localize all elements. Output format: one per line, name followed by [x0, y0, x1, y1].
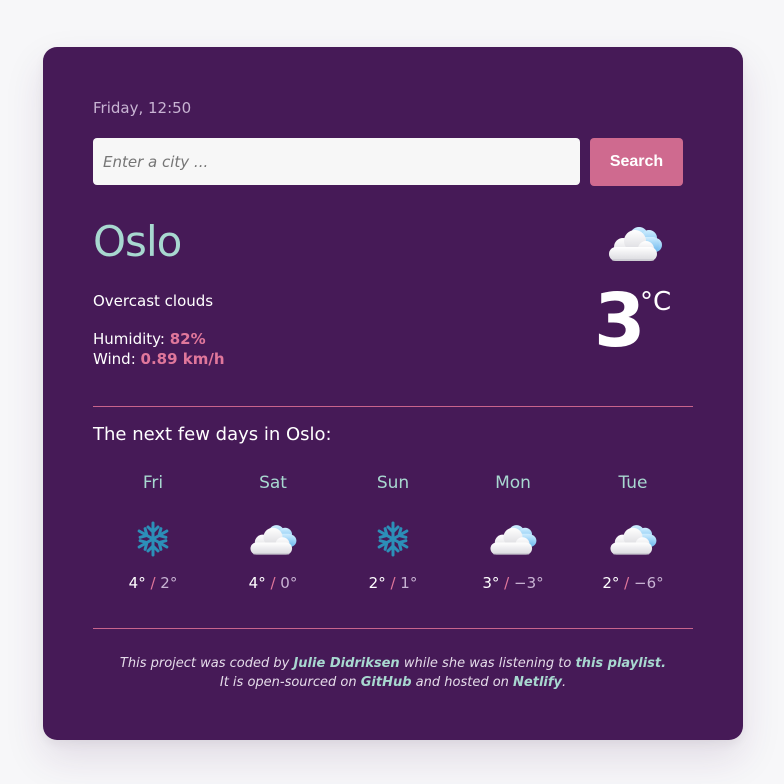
forecast-max-temp: 3°: [482, 574, 500, 592]
forecast-min-temp: 0°: [280, 574, 298, 592]
cloud-icon: [247, 519, 299, 559]
forecast-title: The next few days in Oslo:: [93, 424, 332, 445]
snowflake-icon: [127, 519, 179, 559]
forecast-max-temp: 2°: [602, 574, 620, 592]
footer-text: while she was listening to: [399, 656, 576, 671]
wind-row: Wind: 0.89 km/h: [93, 349, 225, 369]
footer-text: .: [561, 675, 567, 690]
current-datetime: Friday, 12:50: [93, 99, 192, 117]
forecast-temps: 2° / 1°: [369, 574, 418, 592]
divider: [93, 628, 693, 629]
temp-separator: /: [499, 574, 514, 592]
temp-separator: /: [385, 574, 401, 592]
github-link[interactable]: GitHub: [361, 675, 412, 690]
forecast-min-temp: −6°: [634, 574, 664, 592]
temp-separator: /: [619, 574, 634, 592]
footer-line-1: This project was coded by Julie Didrikse…: [43, 654, 743, 673]
weather-card: Friday, 12:50 Search Oslo Overcast cloud…: [43, 47, 743, 740]
forecast-min-temp: −3°: [514, 574, 544, 592]
forecast-day: Mon 3° / −3°: [453, 473, 573, 592]
cloud-icon: [605, 221, 665, 265]
wind-label: Wind:: [93, 350, 141, 368]
author-link[interactable]: Julie Didriksen: [293, 656, 399, 671]
snowflake-icon: [367, 519, 419, 559]
forecast-temps: 3° / −3°: [482, 574, 543, 592]
weather-metrics: Humidity: 82% Wind: 0.89 km/h: [93, 329, 225, 369]
city-name: Oslo: [93, 217, 182, 266]
temp-separator: /: [145, 574, 161, 592]
playlist-link[interactable]: this playlist.: [575, 656, 666, 671]
search-button[interactable]: Search: [590, 138, 683, 186]
forecast-max-temp: 4°: [128, 574, 146, 592]
cloud-icon: [487, 519, 539, 559]
forecast-day-name: Sat: [259, 473, 287, 493]
forecast-day: Sun 2° / 1°: [333, 473, 453, 592]
footer-text: It is open-sourced on: [219, 675, 361, 690]
forecast-max-temp: 4°: [248, 574, 266, 592]
wind-value: 0.89 km/h: [140, 350, 225, 368]
forecast-day-name: Mon: [495, 473, 531, 493]
forecast-temps: 2° / −6°: [602, 574, 663, 592]
forecast-min-temp: 2°: [160, 574, 178, 592]
forecast-day: Sat 4° / 0°: [213, 473, 333, 592]
weather-description: Overcast clouds: [93, 292, 214, 310]
forecast-day-name: Fri: [142, 473, 164, 493]
footer-line-2: It is open-sourced on GitHub and hosted …: [43, 673, 743, 692]
footer-text: and hosted on: [411, 675, 514, 690]
forecast-list: Fri 4° / 2° Sat 4° / 0° Sun 2° / 1° Mon …: [93, 473, 693, 592]
humidity-value: 82%: [169, 330, 206, 348]
cloud-icon: [607, 519, 659, 559]
humidity-row: Humidity: 82%: [93, 329, 225, 349]
forecast-min-temp: 1°: [400, 574, 418, 592]
temp-separator: /: [265, 574, 281, 592]
divider: [93, 406, 693, 407]
netlify-link[interactable]: Netlify: [513, 675, 562, 690]
city-search-input[interactable]: [93, 138, 580, 185]
forecast-day-name: Tue: [618, 473, 648, 493]
forecast-day-name: Sun: [376, 473, 410, 493]
footer: This project was coded by Julie Didrikse…: [43, 654, 743, 692]
forecast-day: Fri 4° / 2°: [93, 473, 213, 592]
forecast-temps: 4° / 0°: [249, 574, 298, 592]
temperature-unit: °C: [640, 287, 672, 317]
forecast-max-temp: 2°: [368, 574, 386, 592]
humidity-label: Humidity:: [93, 330, 170, 348]
footer-text: This project was coded by: [119, 656, 294, 671]
forecast-temps: 4° / 2°: [129, 574, 178, 592]
current-temperature: 3: [594, 278, 645, 364]
forecast-day: Tue 2° / −6°: [573, 473, 693, 592]
